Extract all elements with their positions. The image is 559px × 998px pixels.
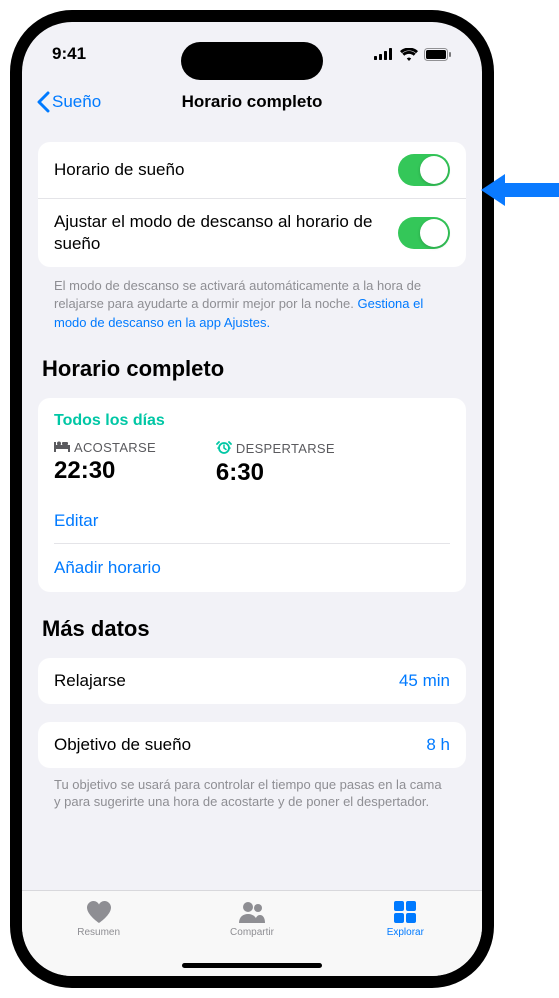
sleep-schedule-row: Horario de sueño: [38, 142, 466, 198]
toggles-card: Horario de sueño Ajustar el modo de desc…: [38, 142, 466, 267]
wake-value: 6:30: [216, 459, 335, 487]
tab-summary-label: Resumen: [77, 927, 120, 938]
sleep-goal-label: Objetivo de sueño: [54, 734, 414, 756]
winddown-footer: El modo de descanso se activará automáti…: [38, 267, 466, 332]
navigation-bar: Sueño Horario completo: [22, 78, 482, 126]
sleep-goal-value: 8 h: [426, 735, 450, 755]
winddown-duration-label: Relajarse: [54, 670, 387, 692]
dynamic-island: [181, 42, 323, 80]
tab-sharing-label: Compartir: [230, 927, 274, 938]
content-scroll[interactable]: Horario de sueño Ajustar el modo de desc…: [22, 126, 482, 890]
bedtime-value: 22:30: [54, 457, 156, 485]
sleep-schedule-toggle[interactable]: [398, 154, 450, 186]
tab-browse[interactable]: Explorar: [350, 899, 460, 976]
callout-arrow: [481, 170, 559, 210]
back-label: Sueño: [52, 92, 101, 112]
tab-bar: Resumen Compartir Explorar: [22, 890, 482, 976]
alarm-icon: [216, 440, 232, 457]
chevron-left-icon: [36, 91, 50, 113]
winddown-label: Ajustar el modo de descanso al horario d…: [54, 211, 386, 255]
tab-summary[interactable]: Resumen: [44, 899, 154, 976]
sleep-schedule-label: Horario de sueño: [54, 159, 386, 181]
winddown-duration-value: 45 min: [399, 671, 450, 691]
sleep-goal-footer: Tu objetivo se usará para controlar el t…: [38, 768, 466, 811]
more-data-title: Más datos: [42, 616, 466, 642]
back-button[interactable]: Sueño: [36, 91, 101, 113]
schedule-card: Todos los días ACOSTARSE 22:30: [38, 398, 466, 592]
wifi-icon: [400, 48, 418, 61]
winddown-duration-row[interactable]: Relajarse 45 min: [38, 658, 466, 704]
wake-label: DESPERTARSE: [236, 441, 335, 456]
heart-icon: [85, 899, 113, 925]
bedtime-label: ACOSTARSE: [74, 440, 156, 455]
add-schedule-button[interactable]: Añadir horario: [54, 543, 450, 592]
winddown-toggle[interactable]: [398, 217, 450, 249]
winddown-card: Relajarse 45 min: [38, 658, 466, 704]
sleep-goal-row[interactable]: Objetivo de sueño 8 h: [38, 722, 466, 768]
battery-icon: [424, 48, 452, 61]
people-icon: [238, 899, 266, 925]
edit-schedule-button[interactable]: Editar: [54, 499, 450, 543]
status-time: 9:41: [52, 44, 86, 64]
sleep-goal-card: Objetivo de sueño 8 h: [38, 722, 466, 768]
wake-block: DESPERTARSE 6:30: [216, 440, 335, 487]
bed-icon: [54, 440, 70, 455]
home-indicator[interactable]: [182, 963, 322, 968]
schedule-days: Todos los días: [54, 412, 450, 430]
full-schedule-title: Horario completo: [42, 356, 466, 382]
bedtime-block: ACOSTARSE 22:30: [54, 440, 156, 487]
grid-icon: [391, 899, 419, 925]
winddown-row: Ajustar el modo de descanso al horario d…: [38, 198, 466, 267]
cellular-icon: [374, 48, 394, 60]
tab-browse-label: Explorar: [387, 927, 424, 938]
